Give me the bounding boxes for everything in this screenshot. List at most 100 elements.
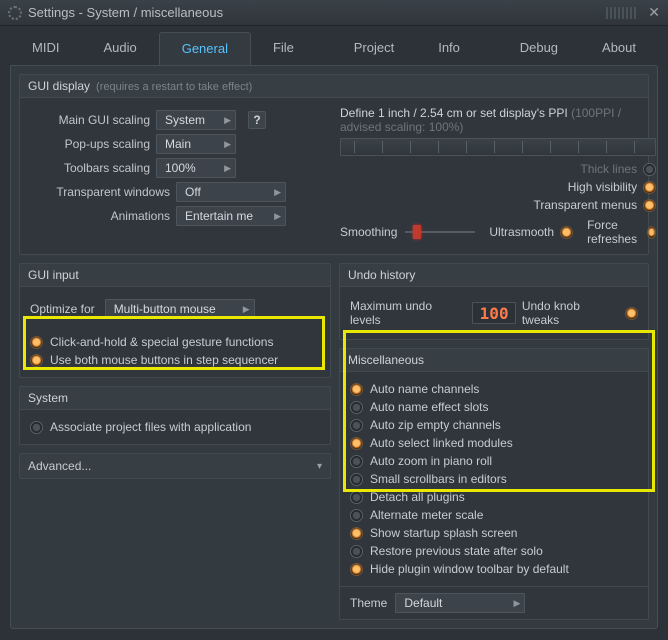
- radio-icon: [350, 527, 363, 540]
- slider-thumb-icon: [413, 225, 421, 239]
- close-icon[interactable]: ✕: [648, 4, 660, 21]
- chevron-right-icon: ▶: [513, 598, 520, 609]
- radio-icon: [647, 226, 656, 239]
- max-undo-value[interactable]: 100: [472, 302, 515, 324]
- chevron-down-icon: ▾: [317, 461, 322, 472]
- opt-associate-files[interactable]: Associate project files with application: [30, 418, 320, 436]
- opt-misc-10[interactable]: Hide plugin window toolbar by default: [350, 560, 638, 578]
- section-miscellaneous: Miscellaneous Auto name channels Auto nam…: [339, 348, 649, 620]
- opt-misc-8[interactable]: Show startup splash screen: [350, 524, 638, 542]
- tab-about[interactable]: About: [580, 32, 658, 65]
- title-bar: Settings - System / miscellaneous ✕: [0, 0, 668, 26]
- radio-icon: [560, 226, 573, 239]
- opt-click-and-hold[interactable]: Click-and-hold & special gesture functio…: [30, 333, 320, 351]
- opt-undo-knob-tweaks[interactable]: Undo knob tweaks: [522, 299, 638, 327]
- opt-misc-4[interactable]: Auto zoom in piano roll: [350, 452, 638, 470]
- smoothing-label: Smoothing: [340, 225, 397, 239]
- opt-high-visibility[interactable]: High visibility: [568, 180, 656, 194]
- tab-spacer: [482, 32, 498, 65]
- settings-panel: GUI display (requires a restart to take …: [10, 65, 658, 629]
- optimize-for-dropdown[interactable]: Multi-button mouse▶: [105, 299, 255, 319]
- theme-dropdown[interactable]: Default▶: [395, 593, 525, 613]
- opt-misc-6[interactable]: Detach all plugins: [350, 488, 638, 506]
- opt-ultrasmooth[interactable]: Ultrasmooth: [489, 225, 573, 239]
- opt-label: Alternate meter scale: [370, 508, 483, 522]
- opt-misc-1[interactable]: Auto name effect slots: [350, 398, 638, 416]
- opt-misc-7[interactable]: Alternate meter scale: [350, 506, 638, 524]
- radio-icon: [643, 199, 656, 212]
- radio-icon: [350, 509, 363, 522]
- opt-label: Auto zoom in piano roll: [370, 454, 492, 468]
- radio-icon: [350, 401, 363, 414]
- chevron-right-icon: ▶: [224, 139, 231, 150]
- radio-icon: [350, 419, 363, 432]
- section-undo-history: Undo history Maximum undo levels 100 Und…: [339, 263, 649, 340]
- toolbars-scaling-label: Toolbars scaling: [30, 161, 150, 175]
- section-title: System: [28, 391, 68, 405]
- max-undo-label: Maximum undo levels: [350, 299, 464, 327]
- radio-icon: [30, 354, 43, 367]
- gear-icon: [8, 6, 22, 20]
- popups-scaling-dropdown[interactable]: Main▶: [156, 134, 236, 154]
- tab-audio[interactable]: Audio: [81, 32, 158, 65]
- radio-icon: [350, 437, 363, 450]
- opt-misc-3[interactable]: Auto select linked modules: [350, 434, 638, 452]
- radio-icon: [350, 455, 363, 468]
- radio-icon: [350, 473, 363, 486]
- tab-spacer: [316, 32, 332, 65]
- opt-force-refreshes[interactable]: Force refreshes: [587, 218, 656, 246]
- transparent-windows-dropdown[interactable]: Off▶: [176, 182, 286, 202]
- opt-misc-2[interactable]: Auto zip empty channels: [350, 416, 638, 434]
- animations-dropdown[interactable]: Entertain me▶: [176, 206, 286, 226]
- opt-misc-0[interactable]: Auto name channels: [350, 380, 638, 398]
- smoothing-slider[interactable]: [405, 225, 475, 239]
- radio-icon: [625, 307, 638, 320]
- opt-label: Detach all plugins: [370, 490, 465, 504]
- tab-general[interactable]: General: [159, 32, 251, 65]
- tab-midi[interactable]: MIDI: [10, 32, 81, 65]
- opt-misc-9[interactable]: Restore previous state after solo: [350, 542, 638, 560]
- advanced-toggle[interactable]: Advanced...▾: [19, 453, 331, 479]
- section-gui-input: GUI input Optimize for Multi-button mous…: [19, 263, 331, 378]
- window-grip[interactable]: [606, 7, 638, 19]
- opt-label: Small scrollbars in editors: [370, 472, 507, 486]
- chevron-right-icon: ▶: [274, 211, 281, 222]
- radio-icon: [643, 163, 656, 176]
- tab-debug[interactable]: Debug: [498, 32, 580, 65]
- opt-misc-5[interactable]: Small scrollbars in editors: [350, 470, 638, 488]
- tab-project[interactable]: Project: [332, 32, 416, 65]
- radio-icon: [350, 383, 363, 396]
- section-gui-display: GUI display (requires a restart to take …: [19, 74, 649, 255]
- radio-icon: [350, 563, 363, 576]
- toolbars-scaling-dropdown[interactable]: 100%▶: [156, 158, 236, 178]
- opt-both-mouse-buttons[interactable]: Use both mouse buttons in step sequencer: [30, 351, 320, 369]
- animations-label: Animations: [30, 209, 170, 223]
- help-button[interactable]: ?: [248, 111, 266, 129]
- theme-label: Theme: [350, 596, 387, 610]
- chevron-right-icon: ▶: [243, 304, 250, 315]
- radio-icon: [350, 545, 363, 558]
- optimize-for-label: Optimize for: [30, 302, 95, 316]
- main-scaling-dropdown[interactable]: System▶: [156, 110, 236, 130]
- radio-icon: [643, 181, 656, 194]
- chevron-right-icon: ▶: [224, 163, 231, 174]
- opt-label: Show startup splash screen: [370, 526, 517, 540]
- chevron-right-icon: ▶: [274, 187, 281, 198]
- section-title: GUI input: [28, 268, 79, 282]
- radio-icon: [30, 336, 43, 349]
- opt-label: Auto name effect slots: [370, 400, 489, 414]
- section-title: GUI display: [28, 79, 90, 93]
- define-ppi-text: Define 1 inch / 2.54 cm or set display's…: [340, 106, 656, 134]
- tab-file[interactable]: File: [251, 32, 316, 65]
- ppi-ruler[interactable]: [340, 138, 656, 156]
- section-system: System Associate project files with appl…: [19, 386, 331, 445]
- opt-label: Auto select linked modules: [370, 436, 513, 450]
- opt-label: Hide plugin window toolbar by default: [370, 562, 569, 576]
- opt-label: Auto zip empty channels: [370, 418, 501, 432]
- popups-scaling-label: Pop-ups scaling: [30, 137, 150, 151]
- tab-info[interactable]: Info: [416, 32, 482, 65]
- opt-thick-lines[interactable]: Thick lines: [580, 162, 656, 176]
- opt-transparent-menus[interactable]: Transparent menus: [533, 198, 656, 212]
- chevron-right-icon: ▶: [224, 115, 231, 126]
- section-title: Miscellaneous: [348, 353, 424, 367]
